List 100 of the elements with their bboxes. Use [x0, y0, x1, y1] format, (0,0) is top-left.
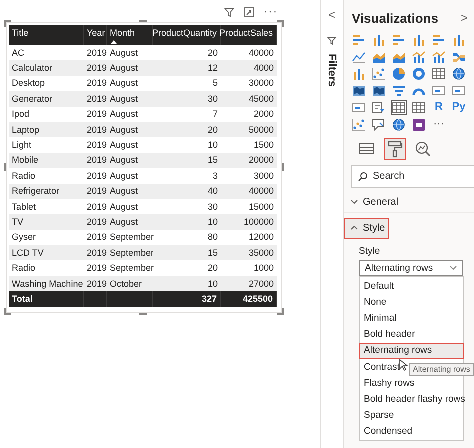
resize-handle[interactable]	[4, 20, 11, 27]
resize-handle[interactable]	[4, 163, 6, 171]
resize-handle[interactable]	[139, 20, 147, 22]
table-icon[interactable]	[432, 66, 446, 80]
filter-icon[interactable]	[327, 36, 337, 46]
table-cell: August	[107, 60, 153, 76]
column-header[interactable]: ProductSales	[221, 25, 277, 45]
card-icon[interactable]	[452, 84, 466, 98]
dropdown-option[interactable]: Bold header flashy rows	[360, 391, 463, 408]
combo-chart-icon[interactable]	[432, 50, 446, 64]
table-cell-text: 20	[206, 46, 219, 60]
section-header[interactable]: General	[344, 192, 474, 213]
table-cell: 20000	[221, 152, 277, 168]
column-chart-icon[interactable]	[352, 66, 366, 80]
column-header[interactable]: Year	[84, 25, 107, 45]
globe-icon[interactable]	[392, 118, 406, 132]
chat-icon[interactable]	[372, 118, 386, 132]
table-cell-text: 10	[206, 139, 219, 152]
table-cell-text: 30	[206, 200, 219, 214]
globe-icon[interactable]	[452, 66, 466, 80]
tooltip: Alternating rows	[409, 363, 474, 376]
table-cell: 2019	[84, 214, 107, 230]
pane-title[interactable]: Filters	[326, 54, 338, 88]
column-chart-icon[interactable]	[372, 32, 386, 46]
dropdown-option[interactable]: Bold header	[360, 326, 463, 343]
visual-type-button[interactable]: R	[431, 100, 447, 115]
funnel-icon[interactable]	[392, 84, 406, 98]
expand-button[interactable]: >	[460, 11, 468, 25]
table-cell-text: 2019	[86, 200, 107, 214]
table-cell: 2019	[84, 122, 107, 138]
table-cell: TV	[9, 214, 84, 230]
table-cell-text: Ipod	[11, 108, 31, 122]
table-cell: 15	[153, 245, 221, 260]
visual-type-button[interactable]: Py	[451, 100, 467, 115]
table-cell-text: 5	[212, 77, 219, 90]
table-cell: 2019	[84, 91, 107, 107]
bar-chart-icon[interactable]	[392, 32, 406, 46]
table-icon[interactable]	[412, 100, 426, 114]
table-cell: Generator	[9, 91, 84, 107]
table-cell: 2019	[84, 184, 107, 199]
dropdown-option[interactable]: Alternating rows	[359, 342, 464, 359]
table-cell-text: August	[109, 170, 140, 183]
scatter-chart-icon[interactable]	[352, 118, 366, 132]
table-cell-text: 2019	[86, 108, 107, 122]
pane-title: Visualizations	[352, 10, 438, 26]
style-dropdown[interactable]: Alternating rows	[359, 260, 463, 276]
column-header[interactable]: Month	[107, 25, 153, 45]
card-icon[interactable]	[352, 100, 366, 114]
dropdown-option[interactable]: Default	[360, 278, 463, 294]
dropdown-option[interactable]: Flashy rows	[360, 375, 463, 392]
table-cell-text: 30000	[248, 77, 275, 90]
table-cell: 2019	[84, 60, 107, 76]
section-title: Style	[363, 222, 386, 234]
dropdown-option[interactable]: Sparse	[360, 408, 463, 424]
visual-type-button[interactable]: ···	[431, 117, 447, 132]
focus-mode-icon[interactable]	[244, 6, 255, 18]
table-cell: LCD TV	[9, 245, 84, 260]
collapse-button[interactable]: <	[328, 8, 336, 22]
map-icon[interactable]	[352, 84, 366, 98]
resize-handle[interactable]	[4, 308, 11, 315]
column-header[interactable]: Title	[9, 25, 84, 45]
dropdown-option[interactable]: Condensed	[360, 424, 463, 440]
section-header[interactable]: Style	[344, 218, 389, 239]
column-chart-icon[interactable]	[412, 32, 426, 46]
sort-ascending-icon[interactable]	[111, 40, 117, 44]
bar-chart-icon[interactable]	[432, 32, 446, 46]
dropdown-option[interactable]: None	[360, 294, 463, 310]
resize-handle[interactable]	[282, 163, 284, 171]
cursor-icon	[399, 359, 408, 371]
card-icon[interactable]	[432, 84, 446, 98]
filter-icon[interactable]	[224, 6, 235, 18]
scatter-chart-icon[interactable]	[372, 66, 386, 80]
more-options-button[interactable]: ···	[264, 6, 278, 18]
dropdown-option[interactable]: Minimal	[360, 310, 463, 327]
bar-chart-icon[interactable]	[352, 32, 366, 46]
section-title: General	[363, 196, 399, 208]
search-field[interactable]: Search	[351, 165, 474, 188]
donut-chart-icon[interactable]	[412, 66, 426, 80]
search-placeholder: Search	[373, 171, 405, 182]
table-cell: 10	[153, 276, 221, 292]
resize-handle[interactable]	[139, 313, 147, 315]
pie-chart-icon[interactable]	[392, 66, 406, 80]
combo-chart-icon[interactable]	[412, 50, 426, 64]
table-cell-text: August	[109, 139, 140, 152]
table-cell-text: August	[109, 46, 140, 60]
map-icon[interactable]	[372, 84, 386, 98]
slicer-icon[interactable]	[372, 100, 386, 114]
table-cell: August	[107, 122, 153, 138]
table-cell: 15	[153, 152, 221, 168]
app-icon[interactable]	[412, 118, 426, 132]
column-header[interactable]: ProductQuantity	[153, 25, 221, 45]
table-cell: Mobile	[9, 152, 84, 168]
column-chart-icon[interactable]	[452, 32, 466, 46]
resize-handle[interactable]	[277, 20, 284, 27]
table-cell-text: September	[109, 262, 153, 276]
chevron-down-icon	[450, 266, 457, 270]
table-cell: September	[107, 245, 153, 260]
table-cell: 10	[153, 214, 221, 230]
table-cell-text: 2019	[86, 170, 107, 183]
resize-handle[interactable]	[277, 308, 284, 315]
